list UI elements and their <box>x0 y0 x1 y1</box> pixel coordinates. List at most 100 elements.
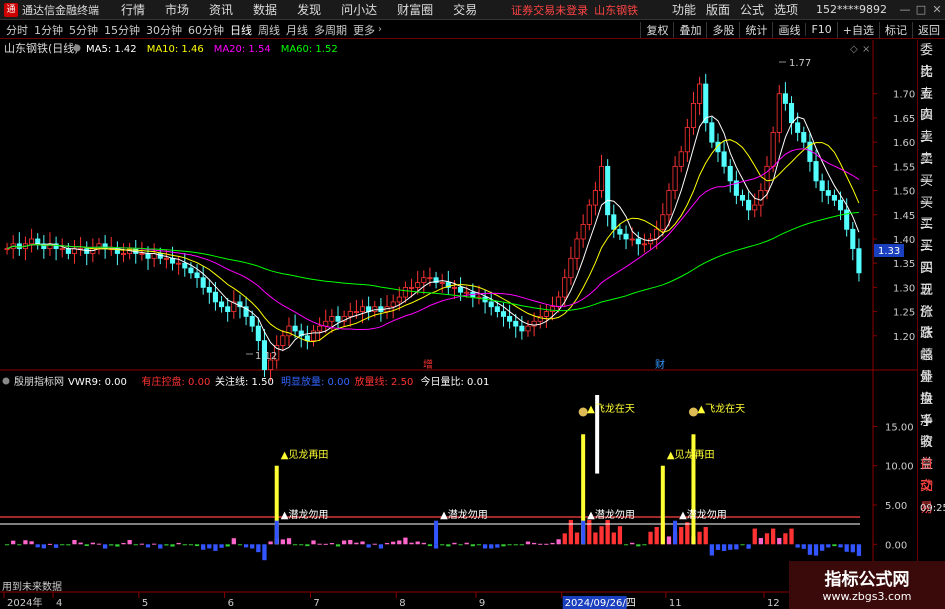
side-item-trade[interactable]: 交易 <box>918 476 945 516</box>
menu-news[interactable]: 资讯 <box>209 1 233 18</box>
candle-body <box>225 306 231 312</box>
sub-legend-item: 有庄控盘: 0.00 <box>142 375 211 388</box>
price-tick: 1.70 <box>893 90 915 101</box>
candle-body <box>451 286 457 289</box>
signal-label: ▲见龙再田 <box>667 448 715 461</box>
sub-axis-tick: 10.00 <box>885 462 914 473</box>
vwr-bar <box>133 544 138 546</box>
date-tick: 2024年 <box>7 596 42 609</box>
kline-chart[interactable]: 山东钢铁(日线) MA5: 1.42 MA10: 1.46 MA20: 1.54 MA… <box>0 40 917 609</box>
period-weekly[interactable]: 周线 <box>258 22 280 38</box>
sub-axis-tick: 15.00 <box>885 422 914 433</box>
menu-layout[interactable]: 版面 <box>706 1 730 18</box>
account-id[interactable]: 152****9892 <box>816 3 887 16</box>
diamond-icon[interactable]: ◇ <box>850 44 858 55</box>
period-multi[interactable]: 多周期 <box>314 22 347 38</box>
period-more[interactable]: 更多 <box>353 22 375 38</box>
side-item-bid5[interactable]: 买五 <box>918 258 945 298</box>
vwr-bar <box>452 542 457 545</box>
side-item-change[interactable]: 涨跌 <box>918 302 945 342</box>
period-timeshare[interactable]: 分时 <box>6 22 28 38</box>
candle-body <box>513 320 519 327</box>
sub-legend-item: 放量线: 2.50 <box>355 375 414 388</box>
settings-dot-icon[interactable] <box>73 44 81 52</box>
menu-discover[interactable]: 发现 <box>297 1 321 18</box>
overlay-button[interactable]: 叠加 <box>673 21 706 38</box>
menu-wealth[interactable]: 财富圈 <box>397 1 433 18</box>
candle-body <box>739 194 746 201</box>
sub-indicator-name: 殷朋指标网 <box>14 375 64 388</box>
event-mark-increase[interactable]: 增 <box>423 358 433 371</box>
side-item-ask2[interactable]: 卖二 <box>918 127 945 167</box>
candle-body <box>770 132 776 167</box>
candle-body <box>359 306 366 312</box>
side-item-auto[interactable]: 自动 <box>918 454 945 494</box>
candle-body <box>856 248 862 274</box>
vwr-bar <box>574 532 580 545</box>
menu-formula[interactable]: 公式 <box>740 1 764 18</box>
side-item-bid-ratio[interactable]: 委比 <box>918 40 945 80</box>
mark-button[interactable]: 标记 <box>879 21 912 38</box>
vwr-bar <box>501 544 506 547</box>
period-daily[interactable]: 日线 <box>230 22 252 38</box>
vwr-bar <box>470 544 475 547</box>
add-watchlist-button[interactable]: +自选 <box>836 21 879 38</box>
side-item-net-assets[interactable]: 净资 <box>918 411 945 451</box>
vwr-bar <box>666 536 672 545</box>
chevron-right-icon: › <box>378 24 382 35</box>
back-button[interactable]: 返回 <box>912 21 945 38</box>
maximize-button[interactable]: □ <box>913 3 929 16</box>
f10-button[interactable]: F10 <box>805 23 836 36</box>
restore-rights-button[interactable]: 复权 <box>640 21 673 38</box>
side-item-ask5[interactable]: 卖五 <box>918 62 945 102</box>
sub-settings-icon[interactable] <box>2 377 10 385</box>
menu-markets[interactable]: 市场 <box>165 1 189 18</box>
candle-body <box>494 306 500 312</box>
signal-label: ▲潜龙勿用 <box>440 508 488 521</box>
menu-ask[interactable]: 问小达 <box>341 1 377 18</box>
side-item-bid4[interactable]: 买四 <box>918 236 945 276</box>
period-monthly[interactable]: 月线 <box>286 22 308 38</box>
side-item-bid1[interactable]: 买一 <box>918 171 945 211</box>
minimize-button[interactable]: — <box>897 3 913 16</box>
side-item-volume[interactable]: 总量 <box>918 345 945 385</box>
side-item-change-pct[interactable]: 涨幅 <box>918 323 945 363</box>
side-item-price[interactable]: 现价 <box>918 280 945 320</box>
vwr-bar <box>593 532 598 545</box>
period-5min[interactable]: 5分钟 <box>69 22 98 38</box>
draw-line-button[interactable]: 画线 <box>772 21 805 38</box>
side-item-outer[interactable]: 外盘 <box>918 367 945 407</box>
close-panel-icon[interactable]: × <box>862 44 870 55</box>
candle-body <box>219 301 225 308</box>
statistics-button[interactable]: 统计 <box>739 21 772 38</box>
menu-trade[interactable]: 交易 <box>453 1 477 18</box>
multi-stock-button[interactable]: 多股 <box>706 21 739 38</box>
current-price: 1.33 <box>878 246 900 257</box>
menu-data[interactable]: 数据 <box>253 1 277 18</box>
menu-function[interactable]: 功能 <box>672 1 696 18</box>
vwr-bar <box>341 540 347 545</box>
side-item-turnover[interactable]: 换手 <box>918 389 945 429</box>
period-60min[interactable]: 60分钟 <box>188 22 224 38</box>
side-item-ask4[interactable]: 卖四 <box>918 84 945 124</box>
side-item-bid3[interactable]: 买三 <box>918 214 945 254</box>
login-status[interactable]: 证券交易未登录 <box>511 2 588 18</box>
period-1min[interactable]: 1分钟 <box>34 22 63 38</box>
side-item-bid2[interactable]: 买二 <box>918 193 945 233</box>
vwr-bar <box>139 543 145 545</box>
menu-options[interactable]: 选项 <box>774 1 798 18</box>
period-30min[interactable]: 30分钟 <box>146 22 182 38</box>
period-15min[interactable]: 15分钟 <box>104 22 140 38</box>
side-item-ask3[interactable]: 卖三 <box>918 105 945 145</box>
vwr-bar <box>525 541 531 545</box>
vwr-bar <box>636 544 641 547</box>
vwr-bar <box>299 544 304 546</box>
side-item-earnings[interactable]: 收益 <box>918 432 945 472</box>
side-item-ask1[interactable]: 卖一 <box>918 149 945 189</box>
menu-market[interactable]: 行情 <box>121 1 145 18</box>
event-mark-finance[interactable]: 财 <box>655 358 665 371</box>
candle-body <box>507 316 513 322</box>
candle-body <box>120 253 127 255</box>
close-button[interactable]: ✕ <box>929 3 945 16</box>
price-tick: 1.65 <box>893 114 915 125</box>
